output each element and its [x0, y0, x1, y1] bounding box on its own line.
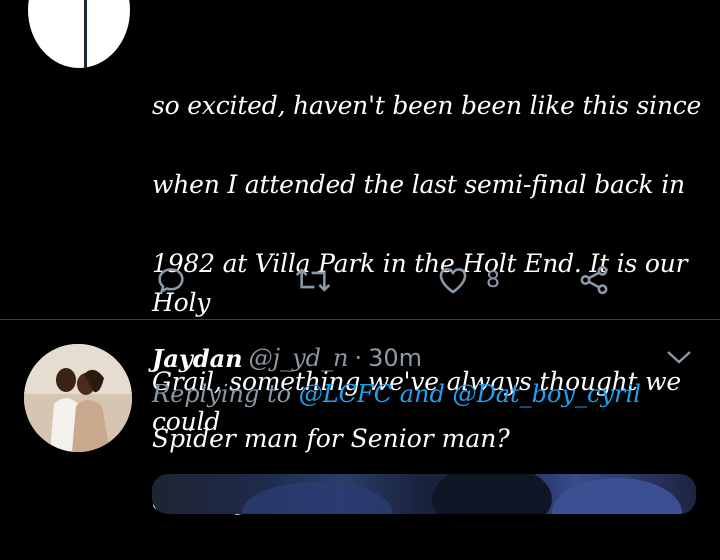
separator-dot: ·: [354, 344, 363, 372]
replying-and: and: [399, 380, 445, 408]
mention-link[interactable]: @Dat_boy_cyril: [452, 380, 640, 408]
chevron-down-icon: [667, 351, 691, 364]
avatar-photo: [24, 344, 132, 452]
reply-icon: [158, 268, 184, 294]
heart-icon: [439, 268, 467, 294]
retweet-icon: [295, 268, 331, 292]
like-count: 8: [486, 267, 500, 293]
display-name[interactable]: Jaydan: [152, 344, 243, 373]
mention-link[interactable]: @LCFC: [299, 380, 392, 408]
retweet-button[interactable]: [294, 258, 332, 302]
tweet-text-line: so excited, haven't been been like this …: [152, 90, 702, 120]
tweet-text-line: when I attended the last semi-final back…: [152, 169, 685, 199]
tweet-divider: [0, 319, 720, 320]
tweet-menu-button[interactable]: [664, 346, 694, 372]
replying-to-line: Replying to @LCFC and @Dat_boy_cyril: [152, 380, 641, 408]
previous-tweet-header: [0, 0, 720, 68]
like-button[interactable]: 8: [436, 258, 500, 302]
tweet-actions-bar: 8: [0, 258, 720, 302]
timestamp[interactable]: 30m: [368, 344, 422, 372]
replying-prefix: Replying to: [152, 380, 292, 408]
reply-button[interactable]: [154, 258, 188, 302]
avatar[interactable]: [24, 344, 132, 452]
share-icon: [580, 265, 608, 295]
previous-tweet-avatar[interactable]: [28, 0, 130, 68]
reply-tweet-text: Spider man for Senior man?: [152, 424, 510, 453]
share-button[interactable]: [577, 258, 611, 302]
tweet-media-image[interactable]: [152, 474, 696, 514]
user-handle[interactable]: @j_yd_n: [249, 344, 349, 372]
reply-header: Jaydan @j_yd_n · 30m: [152, 338, 422, 378]
